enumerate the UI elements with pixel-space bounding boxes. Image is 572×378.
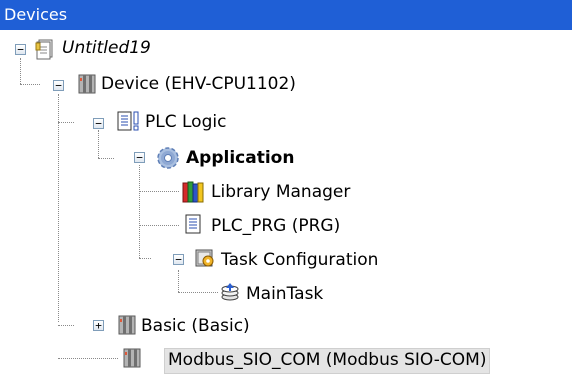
expand-toggle-application[interactable]: − — [134, 152, 145, 163]
project-file-icon — [34, 38, 56, 60]
expand-toggle-task-configuration[interactable]: − — [173, 254, 184, 265]
devices-panel-header: Devices — [0, 0, 572, 30]
library-books-icon — [180, 180, 206, 204]
expand-toggle-device[interactable]: − — [53, 80, 64, 91]
tree-item-plc-prg[interactable]: PLC_PRG (PRG) — [211, 214, 340, 238]
panel-title: Devices — [4, 5, 68, 24]
expand-toggle-basic[interactable]: + — [93, 320, 104, 331]
tree-item-task-configuration[interactable]: Task Configuration — [221, 248, 378, 272]
tree-item-project[interactable]: Untitled19 — [62, 36, 151, 60]
expand-toggle-plc-logic[interactable]: − — [93, 118, 104, 129]
gear-icon — [155, 145, 181, 171]
tree-item-main-task[interactable]: MainTask — [246, 282, 323, 306]
program-document-icon — [182, 213, 204, 235]
plc-logic-icon — [116, 110, 142, 132]
device-module-icon — [76, 73, 98, 95]
device-tree[interactable]: − Untitled19 − Device (EHV-CPU1102) − PL… — [0, 30, 572, 378]
tree-item-modbus-sio-com[interactable]: Modbus_SIO_COM (Modbus SIO-COM) — [164, 348, 491, 374]
tree-item-device[interactable]: Device (EHV-CPU1102) — [101, 72, 296, 96]
tree-item-plc-logic[interactable]: PLC Logic — [145, 110, 226, 134]
tree-item-application[interactable]: Application — [186, 146, 294, 170]
tree-item-library-manager[interactable]: Library Manager — [211, 180, 350, 204]
task-icon — [219, 281, 241, 303]
device-module-icon — [116, 314, 138, 336]
device-module-icon — [121, 347, 143, 369]
expand-toggle-project[interactable]: − — [15, 44, 26, 55]
tree-item-basic[interactable]: Basic (Basic) — [141, 314, 250, 338]
task-configuration-icon — [194, 247, 216, 269]
